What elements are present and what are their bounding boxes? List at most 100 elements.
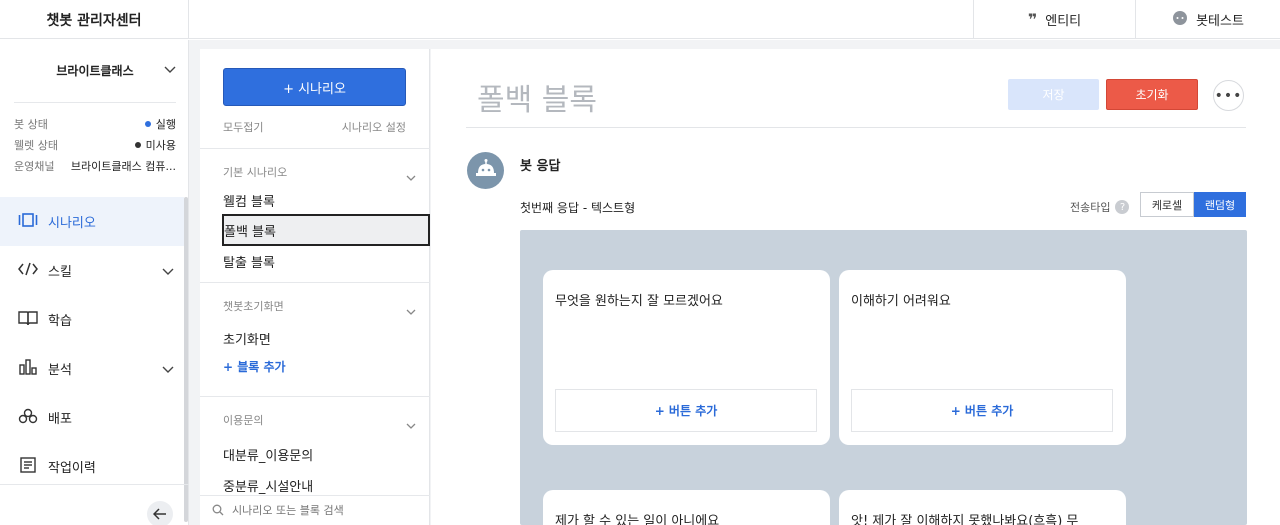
group-title: 챗봇초기화면 <box>223 300 284 313</box>
scenario-links: 모두접기 시나리오 설정 <box>223 119 406 135</box>
status-dot <box>144 120 151 127</box>
scenario-icon <box>18 212 38 231</box>
chevron-down-icon <box>406 301 416 320</box>
help-icon[interactable]: ? <box>1115 200 1130 214</box>
bot-info: 봇 상태 실행 웰렛 상태 미사용 운영채널 브라이트클래스 컴퓨... <box>14 102 176 176</box>
channel-key: 운영채널 <box>14 159 55 173</box>
nav-label: 분석 <box>48 363 72 378</box>
deploy-icon <box>18 408 38 428</box>
send-type-label: 전송타입 <box>1070 201 1111 214</box>
chat-bubble-icon <box>1172 10 1188 30</box>
top-bar: 챗봇 관리자센터 ❞ 엔티티 봇테스트 <box>0 0 1280 39</box>
scenario-settings-link[interactable]: 시나리오 설정 <box>342 119 406 135</box>
more-icon: ••• <box>1214 87 1243 104</box>
robot-icon <box>475 158 497 183</box>
send-type-toggle: 케로셀 랜덤형 <box>1140 192 1246 217</box>
search-icon <box>212 501 224 520</box>
group-header-init[interactable]: 챗봇초기화면 <box>200 282 430 315</box>
nav-item-scenario[interactable]: 시나리오 <box>0 197 184 246</box>
collapse-sidebar-button[interactable] <box>147 501 173 525</box>
divider <box>466 127 1246 128</box>
main-content: 폴백 블록 저장 초기화 ••• 봇 응답 첫번째 응답 - 텍스트형 전송타입… <box>431 49 1280 525</box>
wallet-status-row: 웰렛 상태 미사용 <box>14 134 176 155</box>
card-text[interactable]: 앗! 제가 잘 이해하지 못했나봐요(흐흑) 무 <box>851 510 1078 525</box>
more-options-button[interactable]: ••• <box>1213 80 1244 111</box>
collapse-all-link[interactable]: 모두접기 <box>223 119 263 135</box>
add-button-button[interactable]: + 버튼 추가 <box>555 389 817 432</box>
wallet-status-key: 웰렛 상태 <box>14 138 58 152</box>
bot-selector[interactable]: 브라이트클래스 <box>14 58 176 82</box>
nav-item-analysis[interactable]: 분석 <box>0 344 184 393</box>
chevron-down-icon <box>406 167 416 186</box>
scenario-item-fallback[interactable]: 폴백 블록 <box>222 214 430 246</box>
carousel-option[interactable]: 케로셀 <box>1140 192 1194 217</box>
group-header-basic[interactable]: 기본 시나리오 <box>200 148 430 181</box>
wallet-status-value: 미사용 <box>145 138 176 152</box>
add-scenario-button[interactable]: + 시나리오 <box>223 68 406 106</box>
scenario-search <box>200 495 430 525</box>
sidebar: 브라이트클래스 봇 상태 실행 웰렛 상태 미사용 운영채널 브라이트클래스 컴… <box>0 40 189 525</box>
scenario-item-inquiry-main[interactable]: 대분류_이용문의 <box>223 445 313 464</box>
scenario-panel: + 시나리오 모두접기 시나리오 설정 기본 시나리오 웰컴 블록 폴백 블록 … <box>200 49 430 525</box>
scenario-item-escape[interactable]: 탈출 블록 <box>223 252 275 271</box>
nav-item-skill[interactable]: 스킬 <box>0 246 184 295</box>
nav-label: 배포 <box>48 412 72 427</box>
history-icon <box>18 456 38 477</box>
scenario-item-init[interactable]: 초기화면 <box>223 329 271 348</box>
response-canvas: 무엇을 원하는지 잘 모르겠어요 + 버튼 추가 이해하기 어려워요 + 버튼 … <box>520 230 1247 525</box>
response-card[interactable]: 제가 할 수 있는 일이 아니에요 <box>543 490 830 525</box>
bot-status-value: 실행 <box>155 117 176 131</box>
card-text[interactable]: 무엇을 원하는지 잘 모르겠어요 <box>555 290 723 309</box>
scenario-item-facility[interactable]: 중분류_시설안내 <box>223 476 313 495</box>
chevron-down-icon <box>162 363 174 378</box>
group-title: 이용문의 <box>223 414 264 427</box>
response-card[interactable]: 앗! 제가 잘 이해하지 못했나봐요(흐흑) 무 <box>839 490 1126 525</box>
nav-menu: 시나리오 스킬 학습 분석 배포 작업이력 <box>0 197 188 522</box>
card-text[interactable]: 제가 할 수 있는 일이 아니에요 <box>555 510 719 525</box>
quote-icon: ❞ <box>1027 10 1038 29</box>
response-subtitle: 첫번째 응답 - 텍스트형 <box>520 201 636 215</box>
channel-row: 운영채널 브라이트클래스 컴퓨... <box>14 155 176 176</box>
bot-response-label: 봇 응답 <box>520 159 561 174</box>
scenario-item-welcome[interactable]: 웰컴 블록 <box>223 191 275 210</box>
chevron-down-icon <box>164 63 176 77</box>
reset-button[interactable]: 초기화 <box>1106 79 1198 110</box>
nav-label: 시나리오 <box>48 216 96 231</box>
entity-label: 엔티티 <box>1045 14 1082 29</box>
nav-label: 학습 <box>48 314 72 329</box>
app-title: 챗봇 관리자센터 <box>0 0 189 39</box>
group-title: 기본 시나리오 <box>223 166 288 179</box>
response-card[interactable]: 무엇을 원하는지 잘 모르겠어요 + 버튼 추가 <box>543 270 830 445</box>
chevron-down-icon <box>406 415 416 434</box>
bottest-button[interactable]: 봇테스트 <box>1135 0 1280 39</box>
save-button[interactable]: 저장 <box>1008 79 1099 110</box>
response-card[interactable]: 이해하기 어려워요 + 버튼 추가 <box>839 270 1126 445</box>
bot-name: 브라이트클래스 <box>56 63 134 78</box>
bot-avatar <box>467 152 504 189</box>
search-input[interactable] <box>232 504 412 517</box>
divider <box>0 484 189 485</box>
bot-status-key: 봇 상태 <box>14 117 48 131</box>
send-type: 전송타입 ? <box>1070 199 1130 215</box>
sidebar-scrollbar[interactable] <box>184 197 188 522</box>
nav-item-deploy[interactable]: 배포 <box>0 393 184 442</box>
status-dot <box>134 141 141 148</box>
card-text[interactable]: 이해하기 어려워요 <box>851 290 951 309</box>
nav-label: 스킬 <box>48 265 72 280</box>
nav-label: 작업이력 <box>48 461 96 476</box>
random-option[interactable]: 랜덤형 <box>1194 192 1246 217</box>
nav-item-learning[interactable]: 학습 <box>0 295 184 344</box>
arrow-left-icon <box>152 505 167 524</box>
entity-button[interactable]: ❞ 엔티티 <box>973 0 1135 39</box>
book-icon <box>18 310 38 330</box>
chart-icon <box>18 358 38 379</box>
group-header-inquiry[interactable]: 이용문의 <box>200 396 430 429</box>
add-block-link[interactable]: + 블록 추가 <box>223 358 286 375</box>
add-button-button[interactable]: + 버튼 추가 <box>851 389 1113 432</box>
channel-value: 브라이트클래스 컴퓨... <box>70 159 176 173</box>
bot-status-row: 봇 상태 실행 <box>14 113 176 134</box>
code-icon <box>18 262 38 280</box>
chevron-down-icon <box>162 265 174 280</box>
bottest-label: 봇테스트 <box>1196 14 1244 29</box>
page-title[interactable]: 폴백 블록 <box>477 75 597 119</box>
